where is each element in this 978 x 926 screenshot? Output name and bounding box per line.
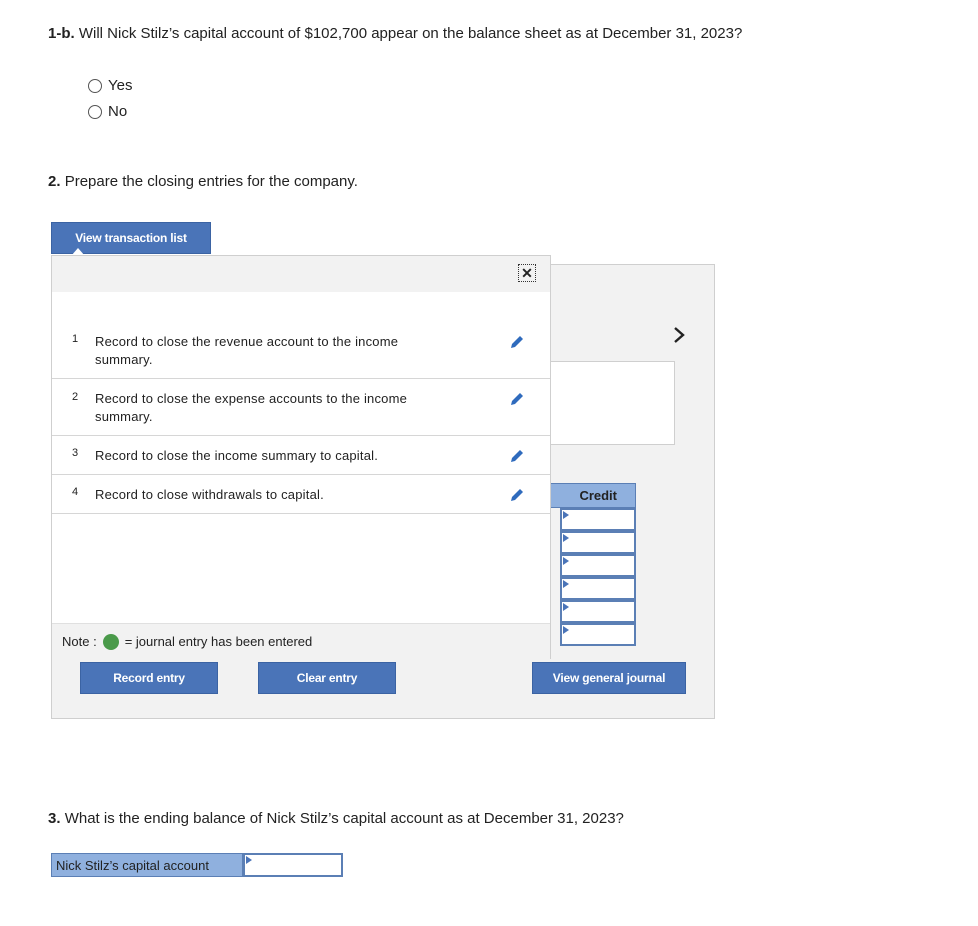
- credit-cell[interactable]: [560, 600, 636, 623]
- row-description: Record to close the expense accounts to …: [95, 391, 408, 424]
- question-2-label: 2.: [48, 173, 61, 190]
- transaction-row[interactable]: 2 Record to close the expense accounts t…: [52, 379, 550, 436]
- credit-cell[interactable]: [560, 554, 636, 577]
- note-label: Note :: [62, 634, 97, 649]
- row-description: Record to close the revenue account to t…: [95, 334, 399, 367]
- question-2-text: Prepare the closing entries for the comp…: [64, 173, 358, 190]
- close-icon[interactable]: ✕: [518, 264, 536, 282]
- radio-circle-icon[interactable]: [88, 104, 102, 119]
- question-1b: 1-b. Will Nick Stilz’s capital account o…: [48, 25, 742, 42]
- capital-account-label: Nick Stilz’s capital account: [51, 853, 243, 877]
- pencil-edit-icon[interactable]: [509, 391, 525, 407]
- capital-account-input[interactable]: [243, 853, 343, 877]
- question-1b-label: 1-b.: [48, 25, 75, 42]
- input-marker-icon: [563, 557, 569, 565]
- credit-cell[interactable]: [560, 531, 636, 554]
- input-marker-icon: [563, 603, 569, 611]
- note-bar: Note : = journal entry has been entered: [52, 623, 550, 659]
- transaction-row[interactable]: 3 Record to close the income summary to …: [52, 436, 550, 475]
- input-marker-icon: [563, 511, 569, 519]
- question-3-text: What is the ending balance of Nick Stilz…: [64, 810, 624, 827]
- question-3-label: 3.: [48, 810, 61, 827]
- transaction-row[interactable]: 1 Record to close the revenue account to…: [52, 324, 550, 379]
- radio-option-yes[interactable]: Yes: [88, 77, 132, 94]
- note-text: = journal entry has been entered: [124, 634, 313, 649]
- radio-option-no[interactable]: No: [88, 103, 127, 120]
- popover-header: [52, 256, 550, 292]
- record-entry-button[interactable]: Record entry: [80, 662, 218, 694]
- radio-label-yes: Yes: [108, 77, 133, 94]
- credit-cell[interactable]: [560, 577, 636, 600]
- entered-indicator-icon: [102, 633, 119, 650]
- transaction-list-popover: ✕ 1 Record to close the revenue account …: [51, 255, 551, 659]
- credit-cell[interactable]: [560, 623, 636, 646]
- credit-cell[interactable]: [560, 508, 636, 531]
- input-marker-icon: [563, 626, 569, 634]
- row-description: Record to close withdrawals to capital.: [95, 487, 324, 502]
- question-2: 2. Prepare the closing entries for the c…: [48, 173, 358, 190]
- question-1b-text: Will Nick Stilz’s capital account of $10…: [78, 25, 743, 42]
- clear-entry-button[interactable]: Clear entry: [258, 662, 396, 694]
- input-marker-icon: [563, 580, 569, 588]
- row-number: 3: [72, 447, 79, 459]
- row-number: 1: [72, 333, 79, 345]
- pencil-edit-icon[interactable]: [509, 487, 525, 503]
- transaction-row[interactable]: 4 Record to close withdrawals to capital…: [52, 475, 550, 514]
- question-3: 3. What is the ending balance of Nick St…: [48, 810, 624, 827]
- entry-description-box: [549, 361, 675, 445]
- pencil-edit-icon[interactable]: [509, 334, 525, 350]
- row-number: 4: [72, 486, 79, 498]
- input-marker-icon: [246, 856, 252, 864]
- row-number: 2: [72, 391, 79, 403]
- view-general-journal-button[interactable]: View general journal: [532, 662, 686, 694]
- input-marker-icon: [563, 534, 569, 542]
- next-arrow-icon[interactable]: [672, 326, 686, 344]
- pencil-edit-icon[interactable]: [509, 448, 525, 464]
- credit-column-header: Credit: [549, 483, 636, 508]
- radio-label-no: No: [108, 103, 128, 120]
- row-description: Record to close the income summary to ca…: [95, 448, 379, 463]
- radio-circle-icon[interactable]: [88, 78, 102, 93]
